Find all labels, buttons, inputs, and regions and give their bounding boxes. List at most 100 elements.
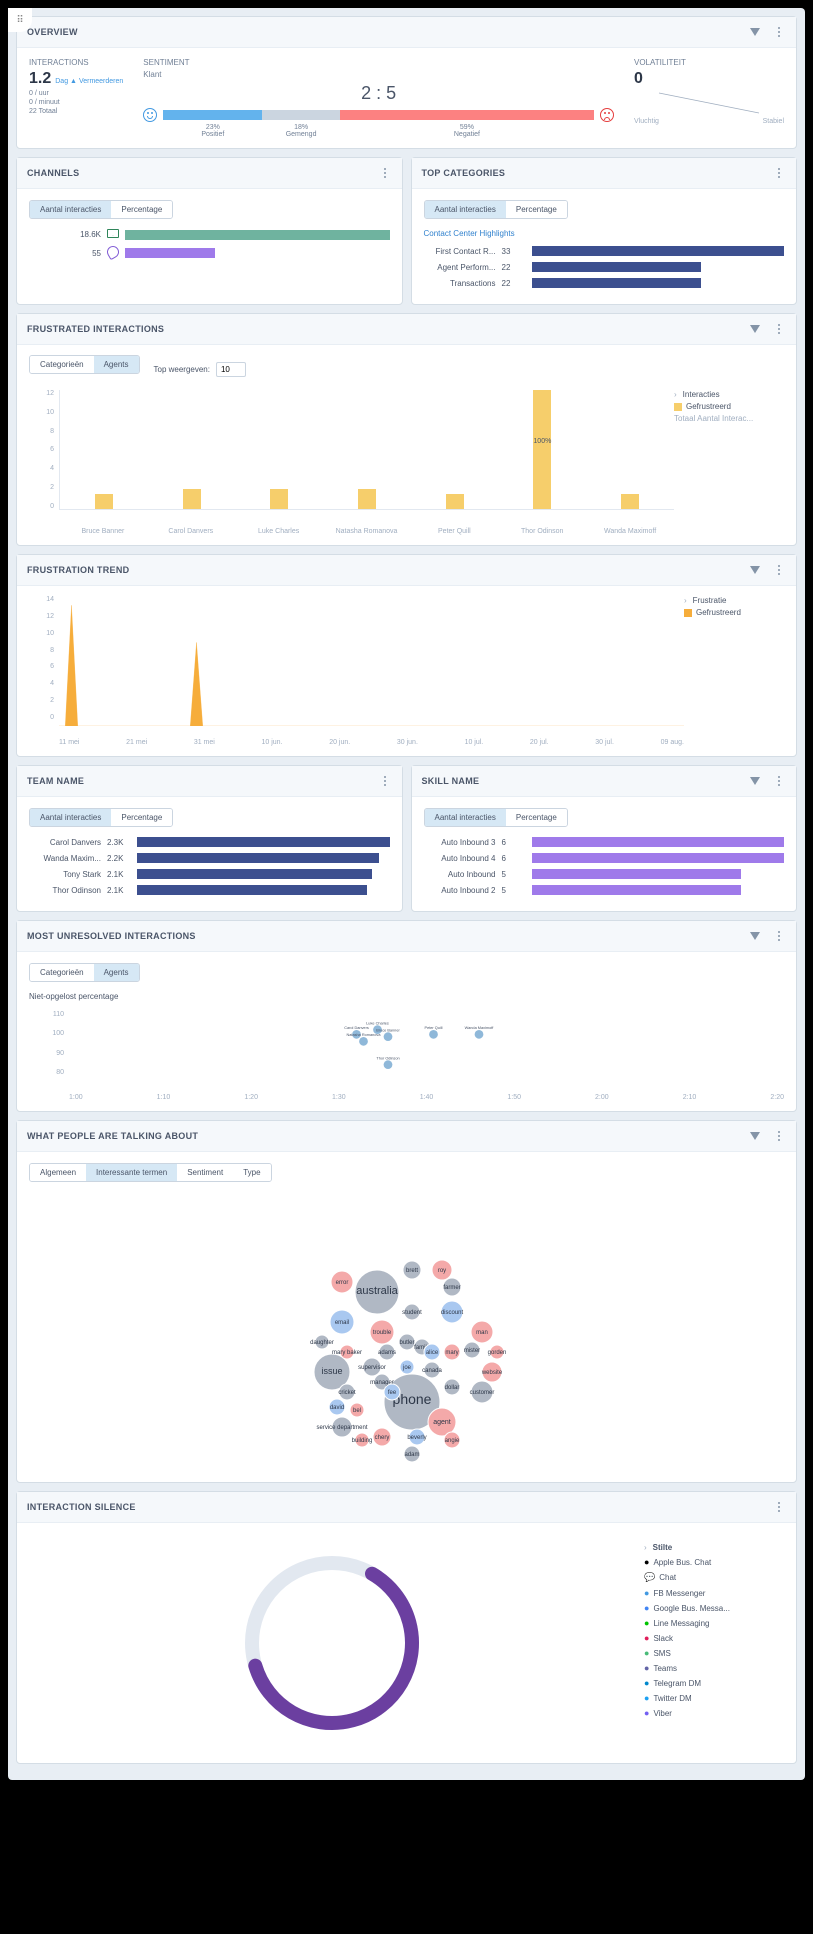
svg-text:adams: adams [377,1350,395,1356]
bar-row[interactable]: Transactions22 [424,278,785,288]
filter-icon[interactable] [748,563,762,577]
more-icon[interactable] [772,166,786,180]
bar-row[interactable]: Tony Stark2.1K [29,869,390,879]
more-icon[interactable] [772,563,786,577]
tab-count[interactable]: Aantal interacties [425,809,506,826]
agent-bar[interactable] [183,489,201,509]
agent-bar[interactable] [270,489,288,509]
scatter-point[interactable] [384,1032,393,1041]
topcat-link[interactable]: Contact Center Highlights [424,229,785,238]
tab-agents[interactable]: Agents [94,964,139,981]
svg-text:man: man [476,1330,488,1336]
silence-legend-item[interactable]: ●Twitter DM [644,1693,774,1703]
bar-row[interactable]: First Contact R...33 [424,246,785,256]
frustrated-title: FRUSTRATED INTERACTIONS [27,324,164,334]
svg-text:mister: mister [463,1348,479,1354]
tab-terms[interactable]: Interessante termen [86,1164,177,1181]
svg-text:customer: customer [469,1390,494,1396]
filter-icon[interactable] [748,25,762,39]
svg-text:australia: australia [356,1285,398,1297]
sentiment-stat: SENTIMENT Klant 2 : 5 23%Positief 18%Gem… [143,58,614,138]
bar-row[interactable]: Auto Inbound 25 [424,885,785,895]
sentiment-bar [163,110,594,120]
topn-input[interactable] [216,362,246,377]
skill-title: SKILL NAME [422,776,480,786]
svg-text:Luke Charles: Luke Charles [366,1021,389,1025]
bar-row[interactable]: Auto Inbound 46 [424,853,785,863]
scatter-point[interactable] [475,1030,484,1039]
tab-categories[interactable]: Categorieën [30,964,94,981]
svg-text:dollar: dollar [444,1385,459,1391]
phone-icon [105,244,121,260]
tab-categories[interactable]: Categorieën [30,356,94,373]
silence-legend-item[interactable]: 💬Chat [644,1572,774,1583]
tab-count[interactable]: Aantal interacties [425,201,506,218]
more-icon[interactable] [772,1500,786,1514]
more-icon[interactable] [772,1129,786,1143]
silence-legend-item[interactable]: ●Slack [644,1633,774,1643]
scatter-point[interactable] [384,1060,393,1069]
silence-legend-item[interactable]: ●SMS [644,1648,774,1658]
team-title: TEAM NAME [27,776,84,786]
bar-row[interactable]: Auto Inbound 36 [424,837,785,847]
svg-text:Thor Odinson: Thor Odinson [376,1056,399,1060]
tab-pct[interactable]: Percentage [506,809,567,826]
tab-count[interactable]: Aantal interacties [30,809,111,826]
scatter-point[interactable] [359,1037,368,1046]
filter-icon[interactable] [748,1129,762,1143]
silence-legend-item[interactable]: ●Google Bus. Messa... [644,1603,774,1613]
silence-legend-item[interactable]: ●Line Messaging [644,1618,774,1628]
tab-agents[interactable]: Agents [94,356,139,373]
tab-type[interactable]: Type [233,1164,270,1181]
svg-text:roy: roy [437,1268,445,1274]
tab-pct[interactable]: Percentage [506,201,567,218]
silence-legend-item[interactable]: ●Teams [644,1663,774,1673]
mail-icon [107,229,119,238]
tab-pct[interactable]: Percentage [111,201,172,218]
silence-legend-item[interactable]: ●Apple Bus. Chat [644,1557,774,1567]
svg-text:bel: bel [352,1408,360,1414]
agent-bar[interactable] [95,494,113,509]
svg-text:trouble: trouble [372,1330,391,1336]
bar-row[interactable]: Carol Danvers2.3K [29,837,390,847]
filter-icon[interactable] [748,322,762,336]
bar-row[interactable]: Wanda Maxim...2.2K [29,853,390,863]
trend-title: FRUSTRATION TREND [27,565,129,575]
channel-row[interactable]: 55 [29,246,390,260]
scatter-point[interactable] [429,1030,438,1039]
svg-text:website: website [480,1370,502,1376]
svg-text:supervisor: supervisor [358,1365,386,1371]
tab-sentiment[interactable]: Sentiment [177,1164,233,1181]
svg-text:error: error [335,1280,348,1286]
more-icon[interactable] [772,774,786,788]
app-menu-toggle[interactable]: ⠿ [8,8,32,32]
channels-tabs: Aantal interacties Percentage [29,200,173,219]
unresolved-panel: MOST UNRESOLVED INTERACTIONS Categorieën… [16,920,797,1112]
more-icon[interactable] [378,774,392,788]
channel-row[interactable]: 18.6K [29,229,390,240]
more-icon[interactable] [772,25,786,39]
tab-general[interactable]: Algemeen [30,1164,86,1181]
agent-bar[interactable] [621,494,639,509]
tab-pct[interactable]: Percentage [111,809,172,826]
silence-legend-item[interactable]: ●Viber [644,1708,774,1718]
bar-row[interactable]: Agent Perform...22 [424,262,785,272]
agent-bar[interactable] [446,494,464,509]
bar-row[interactable]: Auto Inbound5 [424,869,785,879]
agent-bar[interactable] [358,489,376,509]
more-icon[interactable] [772,929,786,943]
tab-count[interactable]: Aantal interacties [30,201,111,218]
filter-icon[interactable] [748,774,762,788]
svg-text:adam: adam [404,1452,419,1458]
more-icon[interactable] [772,322,786,336]
silence-legend-item[interactable]: ●Telegram DM [644,1678,774,1688]
svg-text:butler: butler [399,1340,414,1346]
more-icon[interactable] [378,166,392,180]
filter-icon[interactable] [748,929,762,943]
svg-text:email: email [334,1320,348,1326]
frustrated-panel: FRUSTRATED INTERACTIONS Categorieën Agen… [16,313,797,546]
silence-legend-item[interactable]: ●FB Messenger [644,1588,774,1598]
agent-bar[interactable]: 100% [533,390,551,509]
bar-row[interactable]: Thor Odinson2.1K [29,885,390,895]
unresolved-title: MOST UNRESOLVED INTERACTIONS [27,931,196,941]
